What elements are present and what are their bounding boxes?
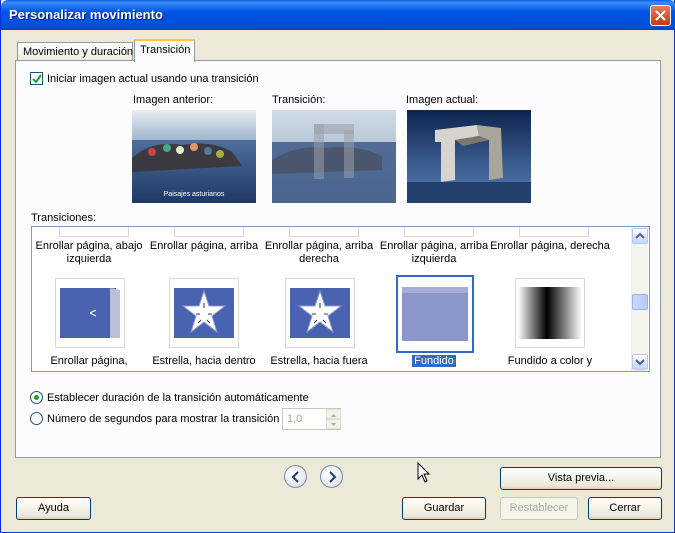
transition-item-label[interactable]: Enrollar página, <box>32 355 151 368</box>
transition-item-label[interactable]: Fundido a color y <box>488 355 612 368</box>
save-button[interactable]: Guardar <box>402 497 486 520</box>
transition-item-label[interactable]: Enrollar página, arriba <box>142 240 266 253</box>
auto-duration-radio[interactable] <box>30 391 43 404</box>
mouse-cursor-icon <box>417 462 431 483</box>
transition-item-label[interactable]: Enrollar página, arriba izquierda <box>372 240 496 266</box>
fade-to-color-icon[interactable] <box>515 278 585 348</box>
chevron-down-icon <box>635 359 645 366</box>
seconds-spinner[interactable]: 1,0 <box>282 408 341 430</box>
transition-item-label[interactable]: Enrollar página, derecha <box>488 240 612 253</box>
transition-item-label[interactable]: Estrella, hacia fuera <box>257 355 381 368</box>
auto-duration-label: Establecer duración de la transición aut… <box>47 391 309 404</box>
transition-checkbox[interactable] <box>30 72 43 85</box>
star-inward-icon[interactable] <box>169 278 239 348</box>
page-curl-left-icon[interactable] <box>55 278 125 348</box>
transition-item-label[interactable]: Enrollar página, arriba derecha <box>257 240 381 266</box>
transition-item-label-selected[interactable]: Fundido <box>372 355 496 368</box>
transition-icon <box>404 227 474 237</box>
current-image-thumbnail <box>407 110 531 203</box>
reset-button[interactable]: Restablecer <box>500 497 578 520</box>
transition-image-thumbnail <box>272 110 396 203</box>
previous-image-label: Imagen anterior: <box>133 94 214 106</box>
scroll-thumb[interactable] <box>632 294 648 310</box>
seconds-value: 1,0 <box>287 413 303 425</box>
current-image-label: Imagen actual: <box>406 94 479 106</box>
tab-movimiento-label: Movimiento y duración <box>23 46 134 58</box>
transition-image-label: Transición: <box>272 94 326 106</box>
tab-movimiento[interactable]: Movimiento y duración <box>17 42 133 62</box>
spinner-down-button[interactable] <box>326 419 341 429</box>
close-icon <box>655 10 666 21</box>
tab-transicion-label: Transición <box>140 44 191 56</box>
transition-checkbox-row[interactable]: Iniciar imagen actual usando una transic… <box>30 71 259 86</box>
preview-button[interactable]: Vista previa... <box>500 467 662 490</box>
tab-transicion[interactable]: Transición <box>134 39 195 62</box>
transition-item-label[interactable]: Enrollar página, abajo izquierda <box>32 240 151 266</box>
chevron-up-icon <box>635 232 645 239</box>
previous-image-caption: Paisajes asturianos <box>164 191 225 198</box>
help-button[interactable]: Ayuda <box>16 497 91 520</box>
fade-icon[interactable] <box>396 275 474 353</box>
transition-item-label[interactable]: Estrella, hacia dentro <box>142 355 266 368</box>
auto-duration-option[interactable]: Establecer duración de la transición aut… <box>30 390 309 405</box>
window-title: Personalizar movimiento <box>9 7 163 22</box>
transitions-list[interactable]: Enrollar página, abajo izquierda Enrolla… <box>31 226 650 372</box>
transition-icon <box>59 227 129 237</box>
close-button[interactable]: Cerrar <box>588 497 662 520</box>
transition-icon <box>289 227 359 237</box>
selected-transition-label: Fundido <box>412 355 456 367</box>
transition-icon <box>519 227 589 237</box>
seconds-duration-label: Número de segundos para mostrar la trans… <box>47 412 280 425</box>
transition-icon <box>174 227 244 237</box>
spin-down-icon <box>331 423 336 426</box>
seconds-duration-radio[interactable] <box>30 412 43 425</box>
spinner-up-button[interactable] <box>326 409 341 419</box>
arrow-left-icon <box>291 471 299 483</box>
transition-checkbox-label: Iniciar imagen actual usando una transic… <box>47 72 259 85</box>
previous-image-thumbnail: Paisajes asturianos <box>132 110 256 203</box>
next-button[interactable] <box>320 465 343 488</box>
scroll-up-button[interactable] <box>632 228 648 244</box>
transitions-label: Transiciones: <box>31 212 97 224</box>
spin-up-icon <box>331 414 336 417</box>
checkmark-icon <box>32 74 42 84</box>
star-outward-icon[interactable] <box>285 278 355 348</box>
previous-button[interactable] <box>284 465 307 488</box>
close-window-button[interactable] <box>650 5 671 26</box>
title-bar[interactable]: Personalizar movimiento <box>1 0 675 30</box>
dialog-window: Personalizar movimiento Movimiento y dur… <box>0 0 675 533</box>
seconds-duration-option[interactable]: Número de segundos para mostrar la trans… <box>30 411 279 426</box>
scroll-down-button[interactable] <box>632 354 648 370</box>
arrow-right-icon <box>329 471 337 483</box>
